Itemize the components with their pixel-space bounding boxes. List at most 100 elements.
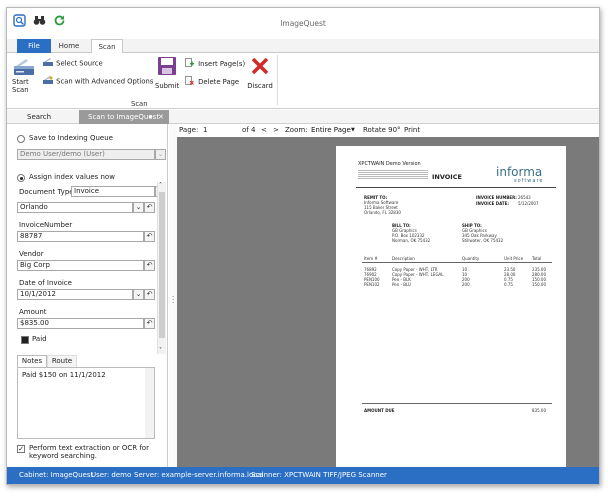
amount-input[interactable]: $835.00 bbox=[17, 318, 144, 329]
doc-version-title: XPCTWAIN Demo Version bbox=[358, 161, 421, 167]
chevron-down-icon[interactable]: ˅ bbox=[159, 347, 162, 354]
save-queue-label: Save to Indexing Queue bbox=[29, 134, 113, 142]
chevron-up-icon[interactable]: ˄ bbox=[159, 182, 162, 189]
panel-splitter[interactable]: · · · bbox=[169, 124, 177, 467]
select-source-button[interactable]: Select Source bbox=[43, 58, 103, 69]
doc-invoice-number-label: INVOICE NUMBER: bbox=[476, 195, 517, 200]
print-button[interactable]: Print bbox=[404, 124, 420, 137]
undo-icon[interactable]: ↶ bbox=[144, 202, 155, 213]
prev-page-button[interactable]: < bbox=[261, 124, 267, 137]
status-server: Server: example-server.informa.local bbox=[134, 471, 264, 479]
next-page-button[interactable]: > bbox=[273, 124, 279, 137]
tab-scan[interactable]: Scan bbox=[91, 39, 123, 54]
delete-page-button[interactable]: Delete Page bbox=[185, 76, 239, 88]
close-icon[interactable]: ✕ bbox=[158, 110, 164, 124]
doc-col-header: Item # bbox=[364, 256, 378, 261]
undo-icon[interactable]: ↶ bbox=[144, 289, 155, 300]
ocr-checkbox[interactable]: ✓ bbox=[17, 445, 25, 453]
doc-fineprint bbox=[358, 170, 428, 179]
ribbon-group-label: Scan bbox=[131, 100, 148, 108]
tab-scan-to-imagequest[interactable]: Scan to ImageQuest ▪ ✕ bbox=[79, 110, 169, 124]
zoom-select[interactable]: Entire Page bbox=[311, 124, 351, 137]
tab-file[interactable]: File bbox=[17, 39, 51, 53]
insert-pages-button[interactable]: Insert Page(s) bbox=[185, 58, 245, 70]
discard-button[interactable]: Discard bbox=[247, 56, 273, 90]
doc-col-header: Description bbox=[392, 256, 415, 261]
discard-label: Discard bbox=[247, 82, 273, 90]
paid-label: Paid bbox=[32, 335, 47, 343]
tab-search[interactable]: Search bbox=[27, 110, 77, 124]
ocr-label: Perform text extraction or OCR for keywo… bbox=[29, 444, 149, 460]
submit-label: Submit bbox=[155, 82, 180, 90]
document-viewer[interactable]: XPCTWAIN Demo Version INVOICE informa so… bbox=[177, 137, 599, 467]
doc-cell: 150.00 bbox=[532, 282, 546, 287]
doc-col-header: Total bbox=[532, 256, 542, 261]
chevron-down-icon[interactable]: ⌄ bbox=[155, 149, 166, 160]
pane-tabs: Search Scan to ImageQuest ▪ ✕ bbox=[7, 110, 599, 124]
doc-cell: 0.75 bbox=[504, 282, 513, 287]
doc-col-header: Quantity bbox=[462, 256, 480, 261]
submit-button[interactable]: Submit bbox=[155, 56, 179, 90]
undo-icon[interactable]: ↶ bbox=[144, 260, 155, 271]
scan-form-panel: Save to Indexing Queue Demo User/demo (U… bbox=[7, 124, 168, 467]
doc-amount-due-label: AMOUNT DUE bbox=[364, 408, 395, 413]
doc-cell: PEN102 bbox=[364, 282, 380, 287]
select-source-label: Select Source bbox=[56, 59, 103, 68]
doc-logo: informa bbox=[496, 165, 543, 179]
tab-route[interactable]: Route bbox=[47, 355, 77, 367]
page-input[interactable]: 1 bbox=[203, 125, 233, 136]
undo-icon[interactable]: ↶ bbox=[144, 231, 155, 242]
invoice-number-label: InvoiceNumber bbox=[19, 221, 73, 229]
doc-table-rule bbox=[362, 262, 552, 263]
source-icon bbox=[43, 58, 54, 69]
scrollbar-thumb[interactable] bbox=[159, 192, 165, 338]
date-label: Date of Invoice bbox=[19, 279, 72, 287]
doc-logo-sub: software bbox=[514, 178, 544, 184]
assign-index-radio[interactable] bbox=[17, 174, 25, 182]
insert-pages-label: Insert Page(s) bbox=[198, 60, 246, 68]
discard-icon bbox=[247, 56, 273, 78]
page-label: Page: bbox=[179, 126, 199, 134]
rotate-button[interactable]: Rotate 90° bbox=[363, 124, 401, 137]
doc-total-rule bbox=[362, 403, 552, 404]
doc-type-select[interactable]: Invoice bbox=[71, 186, 155, 197]
notes-scrollbar[interactable] bbox=[145, 368, 154, 438]
title-bar: ImageQuest bbox=[7, 8, 599, 39]
scan-advanced-label: Scan with Advanced Options bbox=[56, 77, 154, 86]
status-user: User: demo bbox=[91, 471, 132, 479]
status-scanner: Scanner: XPCTWAIN TIFF/JPEG Scanner bbox=[251, 471, 387, 479]
ribbon-tabs: File Home Scan bbox=[7, 39, 599, 54]
undo-icon[interactable]: ↶ bbox=[144, 318, 155, 329]
scan-tab-label: Scan to ImageQuest bbox=[88, 113, 160, 121]
doc-bill-line: Norman, OK 75432 bbox=[392, 238, 431, 243]
ribbon-panel: Start Scan Select Source Scan with Advan… bbox=[7, 53, 599, 109]
doc-rule bbox=[356, 187, 556, 188]
vendor-input[interactable]: Big Corp bbox=[17, 260, 144, 271]
paid-checkbox[interactable] bbox=[21, 336, 29, 344]
chevron-down-icon[interactable]: ⌄ bbox=[133, 289, 144, 300]
doc-type-label: Document Type: bbox=[19, 188, 76, 196]
zoom-label: Zoom: bbox=[285, 126, 308, 134]
scan-advanced-button[interactable]: Scan with Advanced Options bbox=[43, 76, 153, 87]
date-input[interactable]: 10/1/2012 bbox=[17, 289, 133, 300]
doc-ship-line: Stillwater, OK 75432 bbox=[462, 238, 504, 243]
start-scan-button[interactable]: Start Scan bbox=[12, 56, 40, 94]
tab-notes[interactable]: Notes bbox=[17, 355, 47, 367]
pin-icon[interactable]: ▪ bbox=[149, 110, 152, 124]
queue-user-select[interactable]: Demo User/demo (User) bbox=[17, 149, 155, 160]
invoice-number-input[interactable]: 88787 bbox=[17, 231, 144, 242]
scanner-icon bbox=[12, 56, 40, 78]
status-cabinet: Cabinet: ImageQuest bbox=[19, 471, 94, 479]
tab-home[interactable]: Home bbox=[53, 39, 85, 53]
chevron-down-icon[interactable]: ⌄ bbox=[133, 202, 144, 213]
form-scrollbar[interactable]: ˄ ˅ bbox=[157, 182, 166, 354]
notes-textarea[interactable]: Paid $150 on 11/1/2012 bbox=[17, 367, 155, 439]
status-bar: Cabinet: ImageQuest User: demo Server: e… bbox=[7, 467, 599, 484]
doc-cell: Pen - BLU bbox=[392, 282, 411, 287]
document-page: XPCTWAIN Demo Version INVOICE informa so… bbox=[336, 146, 566, 467]
insert-page-icon bbox=[185, 58, 196, 70]
app-window: ImageQuest File Home Scan Start Scan Sel… bbox=[6, 7, 600, 485]
city-select[interactable]: Orlando bbox=[17, 202, 133, 213]
chevron-down-icon[interactable]: ▼ bbox=[351, 124, 355, 137]
save-queue-radio[interactable] bbox=[17, 135, 25, 143]
